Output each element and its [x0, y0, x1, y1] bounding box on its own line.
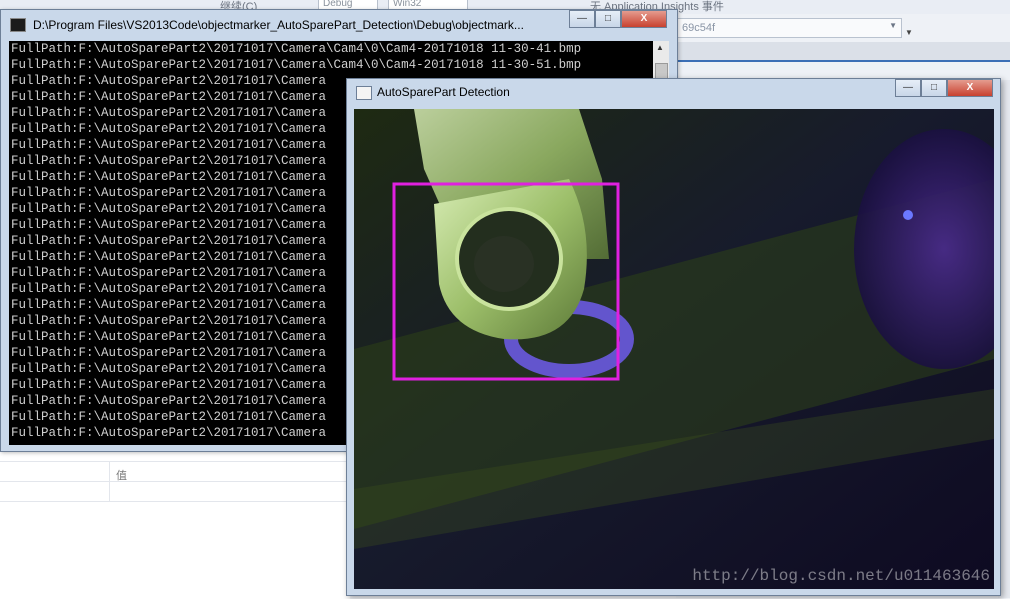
console-line: FullPath:F:\AutoSparePart2\20171017\Came…	[11, 74, 327, 88]
combo-arrow-icon: ▼	[889, 21, 897, 30]
watch-grid: 值	[0, 446, 350, 599]
console-title: D:\Program Files\VS2013Code\objectmarker…	[33, 18, 524, 32]
console-line: FullPath:F:\AutoSparePart2\20171017\Came…	[11, 202, 327, 216]
scroll-thumb[interactable]	[655, 63, 668, 79]
console-maximize-button[interactable]: □	[595, 10, 621, 28]
console-line: FullPath:F:\AutoSparePart2\20171017\Came…	[11, 330, 327, 344]
console-line: FullPath:F:\AutoSparePart2\20171017\Came…	[11, 122, 327, 136]
detection-titlebar[interactable]: AutoSparePart Detection — □ X	[347, 79, 1000, 107]
console-line: FullPath:F:\AutoSparePart2\20171017\Came…	[11, 90, 327, 104]
console-line: FullPath:F:\AutoSparePart2\20171017\Came…	[11, 282, 327, 296]
console-line: FullPath:F:\AutoSparePart2\20171017\Came…	[11, 266, 327, 280]
console-titlebar[interactable]: D:\Program Files\VS2013Code\objectmarker…	[1, 10, 677, 40]
value-column-header: 值	[116, 470, 127, 482]
detection-title: AutoSparePart Detection	[377, 85, 510, 99]
detection-close-button[interactable]: X	[947, 79, 993, 97]
detection-maximize-button[interactable]: □	[921, 79, 947, 97]
member-combo[interactable]: 69c54f ▼	[676, 18, 902, 38]
watermark: http://blog.csdn.net/u011463646	[692, 567, 990, 585]
console-line: FullPath:F:\AutoSparePart2\20171017\Came…	[11, 250, 327, 264]
detection-minimize-button[interactable]: —	[895, 79, 921, 97]
console-line: FullPath:F:\AutoSparePart2\20171017\Came…	[11, 42, 582, 56]
console-line: FullPath:F:\AutoSparePart2\20171017\Came…	[11, 58, 582, 72]
console-line: FullPath:F:\AutoSparePart2\20171017\Came…	[11, 314, 327, 328]
console-line: FullPath:F:\AutoSparePart2\20171017\Came…	[11, 378, 327, 392]
console-line: FullPath:F:\AutoSparePart2\20171017\Came…	[11, 362, 327, 376]
scroll-up-icon[interactable]: ▲	[656, 43, 664, 52]
camera-image-canvas	[354, 109, 994, 589]
console-close-button[interactable]: X	[621, 10, 667, 28]
editor-tabstrip	[676, 42, 1010, 62]
console-line: FullPath:F:\AutoSparePart2\20171017\Came…	[11, 426, 327, 440]
console-line: FullPath:F:\AutoSparePart2\20171017\Came…	[11, 106, 327, 120]
console-line: FullPath:F:\AutoSparePart2\20171017\Came…	[11, 138, 327, 152]
console-line: FullPath:F:\AutoSparePart2\20171017\Came…	[11, 298, 327, 312]
detection-window: AutoSparePart Detection — □ X http://blo…	[346, 78, 1001, 596]
console-line: FullPath:F:\AutoSparePart2\20171017\Came…	[11, 394, 327, 408]
console-line: FullPath:F:\AutoSparePart2\20171017\Came…	[11, 218, 327, 232]
console-line: FullPath:F:\AutoSparePart2\20171017\Came…	[11, 234, 327, 248]
console-line: FullPath:F:\AutoSparePart2\20171017\Came…	[11, 186, 327, 200]
member-combo-value: 69c54f	[682, 22, 716, 34]
console-line: FullPath:F:\AutoSparePart2\20171017\Came…	[11, 170, 327, 184]
camera-image: http://blog.csdn.net/u011463646	[354, 109, 994, 589]
console-app-icon	[10, 18, 26, 32]
console-line: FullPath:F:\AutoSparePart2\20171017\Came…	[11, 346, 327, 360]
console-line: FullPath:F:\AutoSparePart2\20171017\Came…	[11, 154, 327, 168]
dropdown-arrow-icon[interactable]: ▼	[905, 28, 913, 37]
console-minimize-button[interactable]: —	[569, 10, 595, 28]
image-window-icon	[356, 86, 372, 100]
console-line: FullPath:F:\AutoSparePart2\20171017\Came…	[11, 410, 327, 424]
